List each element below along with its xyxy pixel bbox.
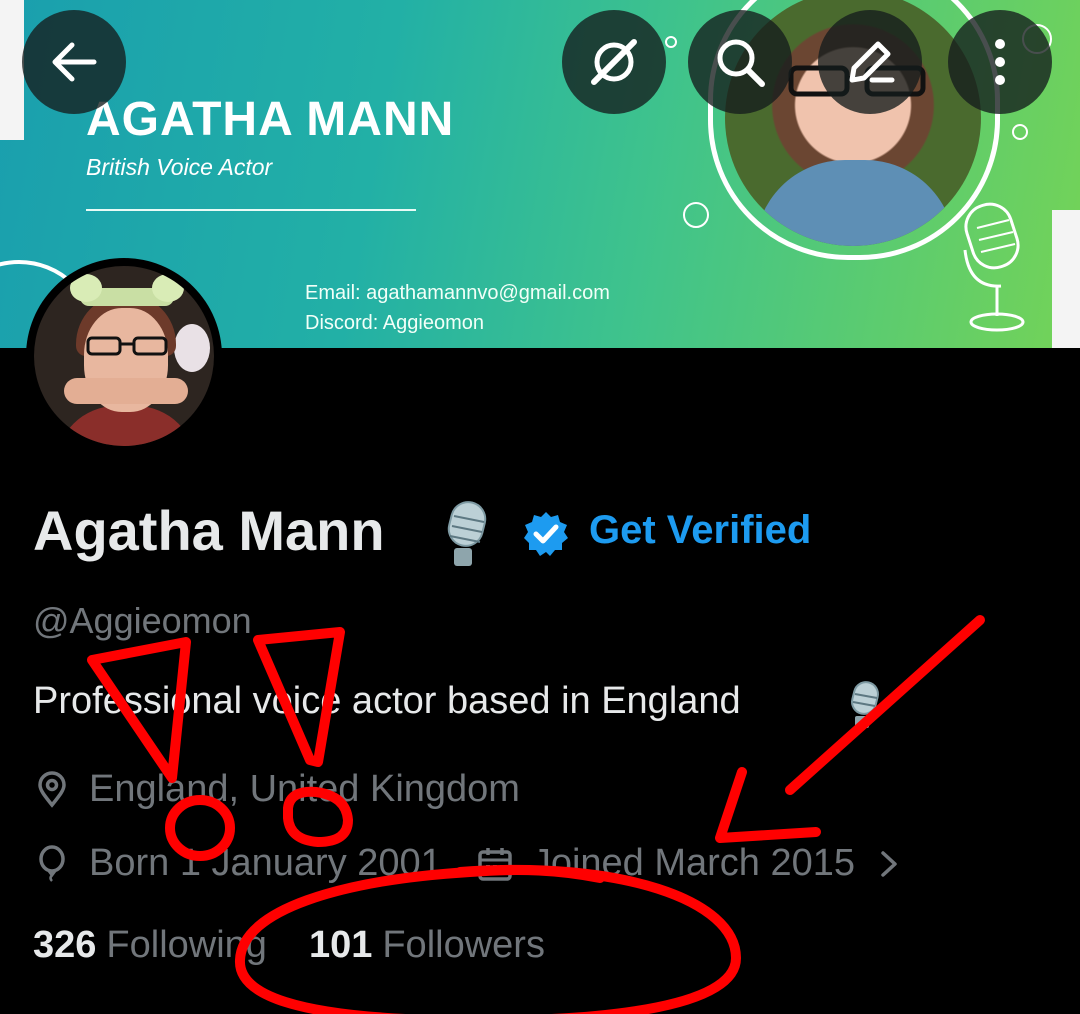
banner-subtitle: British Voice Actor (86, 154, 273, 180)
microphone-icon (851, 681, 879, 728)
calendar-icon (478, 847, 512, 881)
location-row: England, United Kingdom (33, 768, 520, 811)
avatar-photo-headband-ear (70, 274, 102, 302)
banner-contact: Email: agathamannvo@gmail.com Discord: A… (305, 278, 610, 338)
user-handle: @Aggieomon (33, 600, 252, 641)
edit-button[interactable] (818, 10, 922, 114)
grok-icon (591, 39, 637, 85)
banner-edge-left (0, 0, 24, 140)
banner-title: AGATHA MANN (86, 93, 455, 146)
banner-divider (86, 209, 416, 211)
banner-email: Email: agathamannvo@gmail.com (305, 282, 610, 304)
banner-microphone-illustration (963, 202, 1025, 332)
microphone-icon (447, 501, 487, 566)
joined-text: Joined March 2015 (531, 842, 856, 884)
search-button[interactable] (688, 10, 792, 114)
location-text: England, United Kingdom (89, 768, 520, 810)
avatar-photo-background-object (174, 324, 210, 372)
following-count: 326 (33, 924, 97, 966)
pencil-icon (849, 41, 895, 83)
banner-discord: Discord: Aggieomon (305, 312, 484, 334)
banner-photo-shirt (755, 160, 955, 246)
bio-text: Professional voice actor based in Englan… (33, 680, 741, 722)
annotation-arrow (785, 615, 985, 795)
more-vertical-icon (995, 39, 1005, 85)
arrow-left-icon (52, 42, 97, 82)
back-button[interactable] (22, 10, 126, 114)
balloon-icon (39, 844, 65, 882)
avatar[interactable] (26, 258, 222, 454)
avatar-photo-headband-ear (152, 274, 184, 302)
followers-count: 101 (308, 924, 373, 966)
display-name: Agatha Mann (33, 499, 385, 562)
avatar-photo-hands (64, 378, 188, 404)
following-label: Following (106, 924, 267, 966)
grok-button[interactable] (562, 10, 666, 114)
banner-dot-decoration (665, 36, 677, 48)
search-icon (717, 39, 765, 87)
banner-dot-decoration (1012, 124, 1028, 140)
get-verified-link[interactable]: Get Verified (589, 508, 811, 553)
banner-edge-right (1052, 210, 1080, 348)
followers-link[interactable]: 101 Followers (309, 924, 545, 967)
birthday-text: Born 1 January 2001 (89, 842, 442, 884)
avatar-photo-glasses (86, 336, 168, 356)
location-pin-icon (38, 770, 66, 808)
avatar-photo-shirt (56, 406, 196, 446)
avatar-photo (34, 266, 214, 446)
more-button[interactable] (948, 10, 1052, 114)
following-link[interactable]: 326 Following (33, 924, 267, 967)
follow-stats: 326 Following 101 Followers (33, 924, 545, 967)
verified-badge-icon[interactable] (522, 510, 570, 558)
dates-row: Born 1 January 2001 Joined March 2015 (33, 842, 901, 885)
banner-dot-decoration (683, 202, 709, 228)
annotation-arrow-head (715, 767, 821, 843)
followers-label: Followers (382, 924, 545, 966)
chevron-right-icon[interactable] (877, 849, 901, 879)
